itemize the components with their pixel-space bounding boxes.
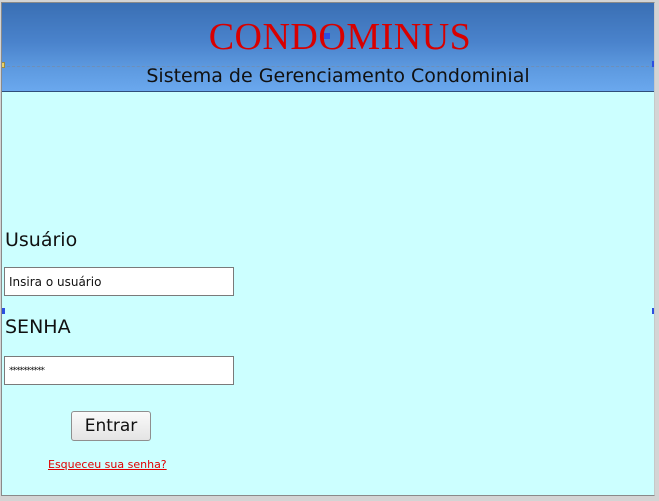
app-subtitle: Sistema de Gerenciamento Condominial xyxy=(146,65,530,87)
user-label: Usuário xyxy=(5,229,78,251)
password-label: SENHA xyxy=(5,316,71,338)
forgot-password-link[interactable]: Esqueceu sua senha? xyxy=(48,458,167,471)
selection-handle-right[interactable] xyxy=(652,61,654,67)
user-input[interactable] xyxy=(4,267,234,296)
selection-handle-mid-right[interactable] xyxy=(652,308,654,314)
design-canvas: CONDOMINUS Sistema de Gerenciamento Cond… xyxy=(1,2,655,496)
password-input[interactable] xyxy=(4,356,234,385)
selection-handle-left-yellow[interactable] xyxy=(2,62,5,68)
login-button[interactable]: Entrar xyxy=(71,411,151,441)
selection-handle-mid-left[interactable] xyxy=(2,308,5,314)
page-header: CONDOMINUS Sistema de Gerenciamento Cond… xyxy=(2,3,654,92)
selection-handle-top[interactable] xyxy=(324,33,330,39)
